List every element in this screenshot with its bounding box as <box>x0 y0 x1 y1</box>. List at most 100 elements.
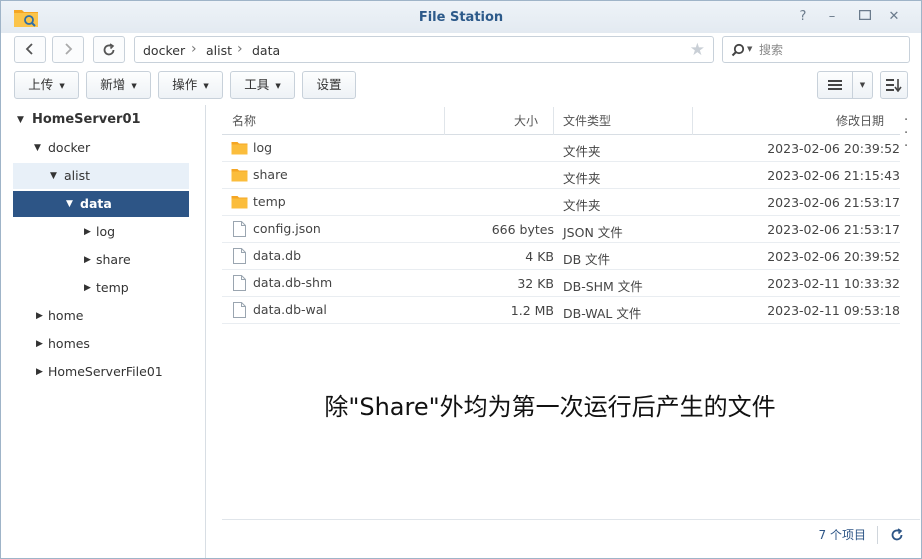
file-icon <box>233 221 246 237</box>
breadcrumb[interactable]: docker › alist › data ★ <box>134 36 714 63</box>
annotation-text: 除"Share"外均为第一次运行后产生的文件 <box>324 393 776 421</box>
breadcrumb-data[interactable]: data <box>252 43 280 58</box>
file-type: DB-WAL 文件 <box>563 306 642 321</box>
refresh-icon <box>103 43 115 56</box>
file-modified-date: 2023-02-06 20:39:52 <box>767 249 900 264</box>
file-icon <box>233 248 246 264</box>
minimize-icon[interactable]: – <box>823 8 841 26</box>
column-type[interactable]: 文件类型 <box>563 107 611 135</box>
file-modified-date: 2023-02-06 21:53:17 <box>767 195 900 210</box>
breadcrumb-docker[interactable]: docker <box>143 43 185 58</box>
tree-item-label: home <box>48 308 84 323</box>
action-button[interactable]: 操作 ▼ <box>158 71 223 99</box>
file-row[interactable]: temp 文件夹 2023-02-06 21:53:17 <box>222 189 900 216</box>
item-count: 7 个项目 <box>818 528 866 542</box>
settings-button[interactable]: 设置 <box>302 71 356 99</box>
caret-right-icon[interactable]: ▶ <box>36 359 43 385</box>
help-icon[interactable]: ? <box>794 8 812 26</box>
tree-item-data[interactable]: ▼ data <box>13 191 189 217</box>
sort-icon <box>886 79 902 93</box>
refresh-icon[interactable] <box>890 528 904 542</box>
window-title: File Station <box>418 10 504 25</box>
tree-item-label: share <box>96 252 131 267</box>
search-box[interactable]: ▼ <box>722 36 910 63</box>
sort-button[interactable] <box>880 71 908 99</box>
forward-button[interactable] <box>52 36 84 63</box>
file-modified-date: 2023-02-11 09:53:18 <box>767 303 900 318</box>
tree-item-homeserver01[interactable]: ▼ HomeServer01 <box>13 107 189 133</box>
file-modified-date: 2023-02-06 21:15:43 <box>767 168 900 183</box>
column-divider[interactable] <box>692 107 693 135</box>
chevron-left-icon <box>25 43 33 55</box>
file-icon <box>233 275 246 291</box>
file-name: data.db-wal <box>253 302 327 317</box>
file-modified-date: 2023-02-06 20:39:52 <box>767 141 900 156</box>
file-name: log <box>253 140 273 155</box>
view-mode-caret-icon[interactable]: ▼ <box>853 71 873 99</box>
file-name: data.db <box>253 248 301 263</box>
file-type: 文件夹 <box>563 171 601 186</box>
tree-item-homeserverfile01[interactable]: ▶ HomeServerFile01 <box>13 359 189 385</box>
caret-right-icon[interactable]: ▶ <box>84 219 91 245</box>
upload-button[interactable]: 上传 ▼ <box>14 71 79 99</box>
chevron-right-icon <box>65 43 73 55</box>
file-row[interactable]: data.db-wal 1.2 MB DB-WAL 文件 2023-02-11 09:… <box>222 297 900 324</box>
tree-item-share[interactable]: ▶ share <box>13 247 189 273</box>
caret-right-icon[interactable]: ▶ <box>36 331 43 357</box>
list-view-button[interactable] <box>817 71 853 99</box>
file-station-window: File Station ? – ✕ docker › alist › data… <box>0 0 922 559</box>
title-bar[interactable]: File Station ? – ✕ <box>1 1 921 33</box>
search-options-caret-icon[interactable]: ▼ <box>747 45 752 53</box>
chevron-down-icon: ▼ <box>131 81 137 90</box>
tree-item-temp[interactable]: ▶ temp <box>13 275 189 301</box>
column-size[interactable]: 大小 <box>514 107 538 135</box>
close-icon[interactable]: ✕ <box>885 8 903 26</box>
nav-bar: docker › alist › data ★ ▼ <box>1 33 921 67</box>
create-button[interactable]: 新增 ▼ <box>86 71 151 99</box>
column-modified[interactable]: 修改日期 <box>836 107 884 135</box>
file-row[interactable]: data.db-shm 32 KB DB-SHM 文件 2023-02-11 10:3… <box>222 270 900 297</box>
caret-right-icon[interactable]: ▶ <box>84 247 91 273</box>
file-modified-date: 2023-02-06 21:53:17 <box>767 222 900 237</box>
file-row[interactable]: data.db 4 KB DB 文件 2023-02-06 20:39:52 <box>222 243 900 270</box>
more-options-icon[interactable]: · · · <box>904 114 908 153</box>
caret-down-icon[interactable]: ▼ <box>50 163 57 189</box>
caret-down-icon[interactable]: ▼ <box>17 107 24 133</box>
caret-down-icon[interactable]: ▼ <box>66 191 73 217</box>
tree-item-home[interactable]: ▶ home <box>13 303 189 329</box>
tree-item-log[interactable]: ▶ log <box>13 219 189 245</box>
tree-item-label: log <box>96 224 116 239</box>
tree-item-label: HomeServer01 <box>32 112 141 127</box>
tools-button[interactable]: 工具 ▼ <box>230 71 295 99</box>
file-size: 1.2 MB <box>510 303 554 318</box>
star-icon[interactable]: ★ <box>690 40 705 60</box>
maximize-icon[interactable] <box>856 8 874 26</box>
file-row[interactable]: log 文件夹 2023-02-06 20:39:52 <box>222 135 900 162</box>
tree-item-label: docker <box>48 140 91 155</box>
column-divider[interactable] <box>444 107 445 135</box>
file-name: share <box>253 167 288 182</box>
column-header-row <box>222 107 900 135</box>
file-row[interactable]: share 文件夹 2023-02-06 21:15:43 <box>222 162 900 189</box>
refresh-button[interactable] <box>93 36 125 63</box>
file-name: data.db-shm <box>253 275 333 290</box>
column-name[interactable]: 名称 <box>232 107 256 135</box>
caret-down-icon[interactable]: ▼ <box>34 135 41 161</box>
file-row[interactable]: config.json 666 bytes JSON 文件 2023-02-06 21… <box>222 216 900 243</box>
folder-tree: ▼ HomeServer01 ▼ docker ▼ alist ▼ data ▶… <box>1 105 206 558</box>
search-input[interactable] <box>759 41 904 59</box>
tree-item-homes[interactable]: ▶ homes <box>13 331 189 357</box>
search-icon[interactable] <box>731 43 745 57</box>
file-type: JSON 文件 <box>563 225 623 240</box>
chevron-down-icon: ▼ <box>59 81 65 90</box>
back-button[interactable] <box>14 36 46 63</box>
caret-right-icon[interactable]: ▶ <box>84 275 91 301</box>
chevron-down-icon: ▼ <box>275 81 281 90</box>
folder-icon <box>231 196 248 209</box>
breadcrumb-alist[interactable]: alist <box>206 43 232 58</box>
caret-right-icon[interactable]: ▶ <box>36 303 43 329</box>
tree-item-docker[interactable]: ▼ docker <box>13 135 189 161</box>
file-type: 文件夹 <box>563 144 601 159</box>
column-divider[interactable] <box>553 107 554 135</box>
tree-item-alist[interactable]: ▼ alist <box>13 163 189 189</box>
